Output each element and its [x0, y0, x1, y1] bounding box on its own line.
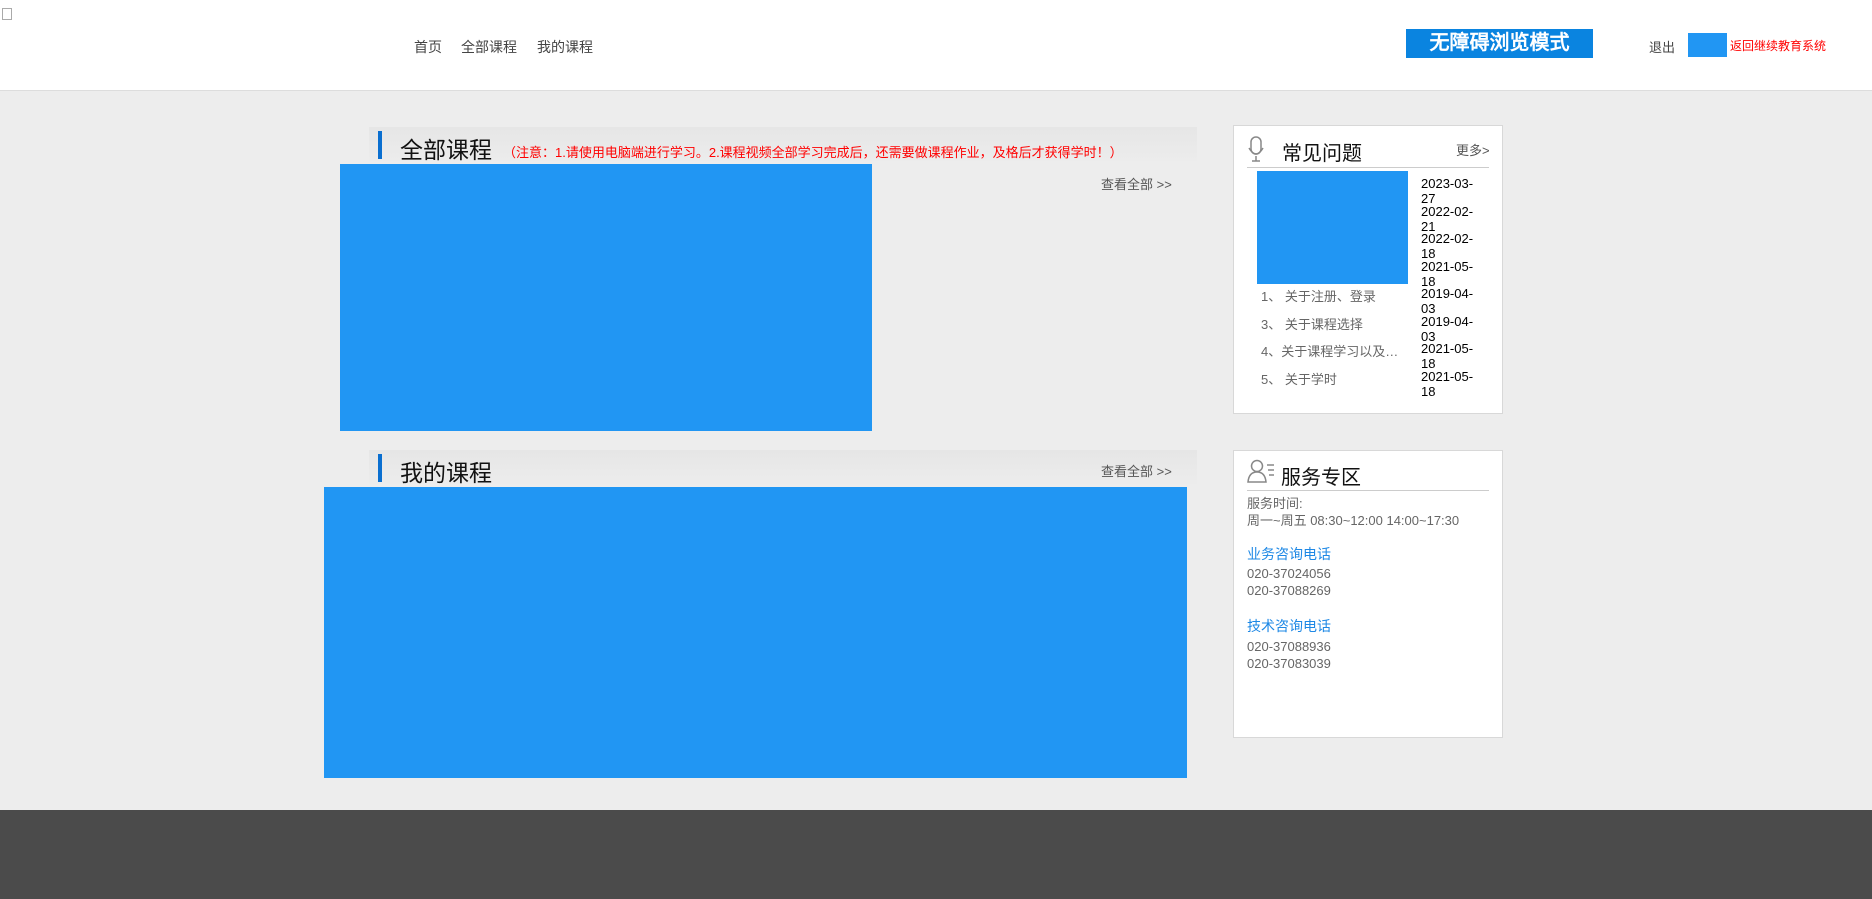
all-courses-header: 全部课程 （注意：1.请使用电脑端进行学习。2.课程视频全部学习完成后，还需要做…: [369, 127, 1197, 163]
faq-item-date: 2022-02-21: [1421, 203, 1474, 234]
all-courses-title: 全部课程: [400, 137, 492, 163]
business-phone-label: 业务咨询电话: [1247, 546, 1331, 562]
faq-item-title[interactable]: 1、 关于注册、登录: [1261, 286, 1411, 305]
faq-item-date: 2022-02-18: [1421, 231, 1474, 261]
footer: [0, 810, 1872, 899]
faq-item[interactable]: 3、 关于课程选择 2019-04-03: [1261, 314, 1486, 344]
microphone-icon: [1248, 136, 1264, 162]
business-phone-2: 020-37088269: [1247, 583, 1331, 598]
my-courses-header: 我的课程 查看全部 >>: [369, 450, 1197, 486]
section-accent-bar: [378, 454, 382, 482]
section-accent-bar: [378, 131, 382, 159]
faq-item-date: 2019-04-03: [1421, 286, 1474, 316]
faq-more-link[interactable]: 更多>: [1456, 140, 1490, 159]
nav-home[interactable]: 首页: [414, 37, 442, 57]
logout-link[interactable]: 退出: [1649, 37, 1675, 56]
all-courses-content: [340, 164, 872, 431]
faq-item-date: 2023-03-27: [1421, 176, 1474, 206]
nav-all-courses[interactable]: 全部课程: [461, 37, 517, 57]
all-courses-view-all[interactable]: 查看全部 >>: [1101, 174, 1172, 193]
faq-item-date: 2021-05-18: [1421, 258, 1474, 289]
faq-item[interactable]: 5、 关于学时 2021-05-18: [1261, 369, 1486, 399]
divider: [1247, 167, 1489, 168]
service-hours: 周一~周五 08:30~12:00 14:00~17:30: [1247, 513, 1460, 528]
faq-item-date: 2021-05-18: [1421, 368, 1474, 399]
my-courses-title: 我的课程: [400, 460, 492, 486]
user-avatar: [1688, 33, 1727, 57]
faq-item-date: 2019-04-03: [1421, 313, 1474, 344]
tech-phone-label: 技术咨询电话: [1247, 618, 1331, 634]
accessibility-mode-button[interactable]: 无障碍浏览模式: [1406, 29, 1593, 58]
logo-broken-image-icon: [2, 8, 12, 20]
faq-title: 常见问题: [1282, 143, 1362, 165]
faq-item-title[interactable]: 4、关于课程学习以及获得学时: [1261, 341, 1411, 360]
header: 首页 全部课程 我的课程 无障碍浏览模式 退出 返回继续教育系统: [0, 0, 1872, 91]
tech-phone-2: 020-37083039: [1247, 656, 1331, 671]
nav-my-courses[interactable]: 我的课程: [537, 37, 593, 57]
divider: [1247, 490, 1489, 491]
business-phone-1: 020-37024056: [1247, 566, 1331, 581]
faq-item[interactable]: 4、关于课程学习以及获得学时 2021-05-18: [1261, 341, 1486, 371]
my-courses-view-all[interactable]: 查看全部 >>: [1101, 461, 1172, 480]
user-list-icon: [1247, 459, 1274, 483]
faq-item[interactable]: 1、 关于注册、登录 2019-04-03: [1261, 286, 1486, 316]
service-title: 服务专区: [1281, 467, 1361, 489]
study-notice: （注意：1.请使用电脑端进行学习。2.课程视频全部学习完成后，还需要做课程作业，…: [503, 145, 1123, 160]
faq-overlay-block: [1257, 171, 1408, 284]
return-system-link[interactable]: 返回继续教育系统: [1730, 37, 1826, 54]
my-courses-content: [324, 487, 1187, 778]
tech-phone-1: 020-37088936: [1247, 639, 1331, 654]
faq-item-title[interactable]: 3、 关于课程选择: [1261, 314, 1411, 333]
faq-item-date: 2021-05-18: [1421, 341, 1474, 371]
faq-item-title[interactable]: 5、 关于学时: [1261, 369, 1411, 388]
